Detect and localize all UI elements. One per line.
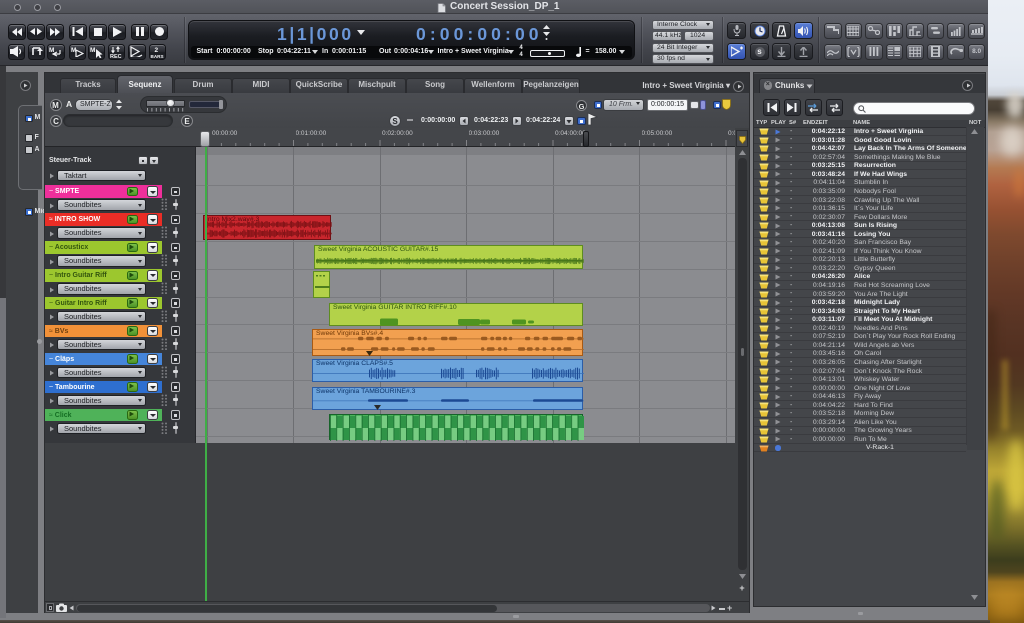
svg-text:REC: REC (110, 54, 122, 58)
svg-text:2: 2 (155, 47, 159, 54)
svg-text:BARS: BARS (151, 54, 164, 58)
svg-text:M: M (49, 47, 54, 54)
svg-text:M: M (90, 47, 95, 54)
